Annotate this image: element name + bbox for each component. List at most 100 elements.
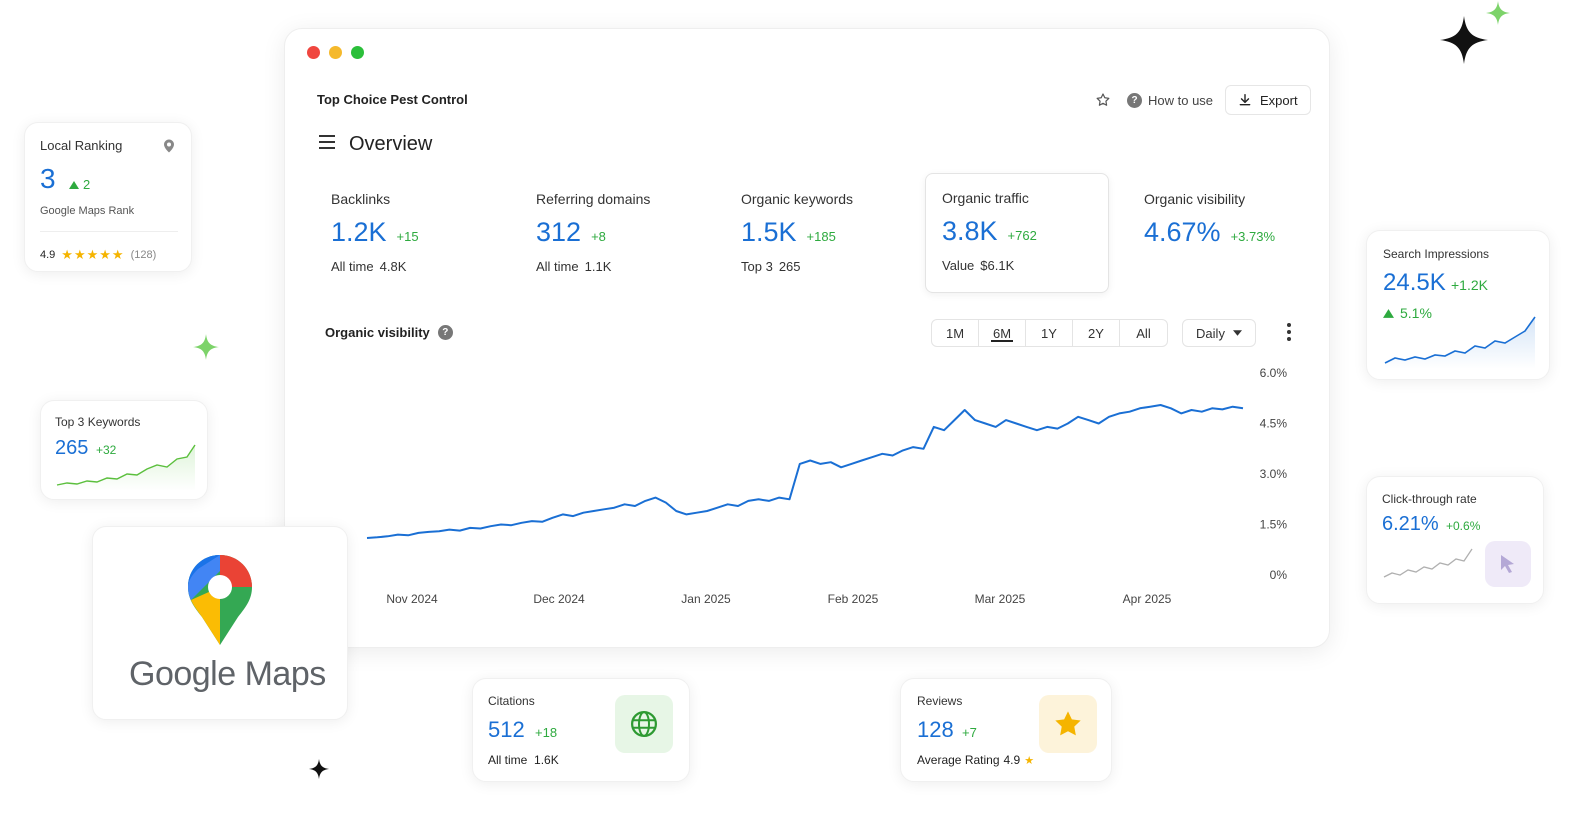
chart-title-label: Organic visibility bbox=[325, 325, 430, 340]
range-all-button[interactable]: All bbox=[1120, 320, 1167, 346]
metric-sub-label: Value bbox=[942, 258, 975, 273]
download-icon bbox=[1239, 94, 1251, 106]
menu-icon[interactable] bbox=[319, 135, 335, 149]
metric-delta: +3.73% bbox=[1230, 229, 1276, 244]
y-tick-label: 6.0% bbox=[1260, 366, 1288, 380]
metric-sub-label: Top 3 bbox=[741, 259, 773, 274]
sparkle-black-large-icon bbox=[1440, 16, 1488, 64]
citations-sub: All time 1.6K bbox=[488, 753, 559, 767]
x-tick-label: Nov 2024 bbox=[386, 592, 438, 606]
ctr-value: 6.21% bbox=[1382, 513, 1439, 535]
metric-organic-keywords[interactable]: Organic keywords 1.5K +185 Top 3 265 bbox=[725, 175, 925, 295]
ctr-sparkline bbox=[1383, 548, 1473, 578]
local-ranking-value: 3 bbox=[40, 163, 56, 194]
reviews-delta: +7 bbox=[962, 725, 977, 740]
y-tick-label: 4.5% bbox=[1260, 417, 1288, 431]
window-close-dot[interactable] bbox=[307, 46, 320, 59]
citations-sub-label: All time bbox=[488, 753, 528, 767]
google-maps-pin-icon bbox=[188, 555, 252, 645]
caret-down-icon bbox=[1232, 330, 1242, 336]
x-tick-label: Dec 2024 bbox=[533, 592, 585, 606]
cursor-icon bbox=[1485, 541, 1531, 587]
series-line bbox=[366, 404, 1244, 539]
how-to-use-button[interactable]: ? How to use bbox=[1127, 85, 1213, 115]
metric-delta: +185 bbox=[806, 229, 836, 244]
top3-sparkline bbox=[56, 444, 196, 491]
y-tick-label: 3.0% bbox=[1260, 467, 1288, 481]
metric-sub-value: 4.8K bbox=[379, 259, 407, 274]
ctr-delta: +0.6% bbox=[1446, 519, 1481, 533]
location-pin-icon bbox=[164, 139, 174, 153]
globe-icon bbox=[615, 695, 673, 753]
rating-row: 4.9 ★★★★★ (128) bbox=[40, 247, 156, 263]
more-options-icon[interactable] bbox=[1286, 323, 1292, 343]
sparkle-green-top-icon bbox=[1486, 1, 1510, 25]
export-button[interactable]: Export bbox=[1225, 85, 1311, 115]
page-title: Overview bbox=[349, 133, 433, 155]
x-tick-label: Mar 2025 bbox=[975, 592, 1026, 606]
window-minimize-dot[interactable] bbox=[329, 46, 342, 59]
export-label: Export bbox=[1260, 92, 1298, 108]
search-impressions-card: Search Impressions 24.5K +1.2K 5.1% bbox=[1366, 230, 1550, 380]
how-to-use-label: How to use bbox=[1148, 92, 1214, 108]
star-outline-icon bbox=[1096, 93, 1110, 106]
metric-delta: +15 bbox=[396, 229, 419, 244]
google-maps-logo-text: Google Maps bbox=[129, 655, 326, 693]
local-ranking-delta: 2 bbox=[69, 177, 90, 192]
google-maps-card: Google Maps bbox=[92, 526, 348, 720]
metric-label: Backlinks bbox=[331, 191, 391, 207]
range-1y-button[interactable]: 1Y bbox=[1026, 320, 1073, 346]
reviews-card: Reviews 128 +7 Average Rating 4.9 ★ bbox=[900, 678, 1112, 782]
local-ranking-sub: Google Maps Rank bbox=[40, 205, 135, 217]
metric-sub-label: All time bbox=[331, 259, 374, 274]
x-tick-label: Jan 2025 bbox=[681, 592, 731, 606]
ctr-card: Click-through rate 6.21% +0.6% bbox=[1366, 476, 1544, 604]
star-small-icon: ★ bbox=[1024, 754, 1036, 767]
metric-referring-domains[interactable]: Referring domains 312 +8 All time 1.1K bbox=[520, 175, 720, 295]
five-stars-icon: ★★★★★ bbox=[61, 247, 125, 262]
range-2y-button[interactable]: 2Y bbox=[1073, 320, 1120, 346]
x-tick-label: Feb 2025 bbox=[828, 592, 879, 606]
metric-organic-traffic[interactable]: Organic traffic 3.8K +762 Value $6.1K bbox=[925, 173, 1109, 293]
metric-sub-value: 265 bbox=[778, 259, 801, 274]
window-maximize-dot[interactable] bbox=[351, 46, 364, 59]
metric-value: 1.2K bbox=[331, 217, 387, 247]
local-ranking-delta-value: 2 bbox=[83, 177, 91, 192]
y-tick-label: 1.5% bbox=[1260, 518, 1288, 532]
search-impressions-delta: +1.2K bbox=[1451, 277, 1488, 293]
favorite-button[interactable] bbox=[1095, 85, 1111, 115]
reviews-sub-label: Average Rating bbox=[917, 753, 1000, 767]
ctr-label: Click-through rate bbox=[1382, 492, 1477, 506]
metric-label: Organic traffic bbox=[942, 190, 1029, 206]
sparkle-green-left-icon bbox=[193, 334, 219, 360]
x-tick-label: Apr 2025 bbox=[1123, 592, 1172, 606]
metric-organic-visibility[interactable]: Organic visibility 4.67% +3.73% bbox=[1128, 175, 1328, 295]
rating-count: (128) bbox=[130, 249, 157, 261]
metric-label: Organic visibility bbox=[1144, 191, 1246, 207]
reviews-value: 128 bbox=[917, 717, 954, 742]
top3-keywords-card: Top 3 Keywords 265 +32 bbox=[40, 400, 208, 500]
reviews-label: Reviews bbox=[917, 694, 963, 708]
metric-delta: +8 bbox=[591, 229, 606, 244]
dashboard-window: Top Choice Pest Control ? How to use Exp… bbox=[284, 28, 1330, 648]
range-1m-button[interactable]: 1M bbox=[932, 320, 979, 346]
local-ranking-card: Local Ranking 3 2 Google Maps Rank 4.9 ★… bbox=[24, 122, 192, 272]
citations-label: Citations bbox=[488, 694, 535, 708]
metric-label: Organic keywords bbox=[741, 191, 854, 207]
metric-value: 1.5K bbox=[741, 217, 797, 247]
metric-sub-value: $6.1K bbox=[980, 258, 1015, 273]
search-impressions-value: 24.5K bbox=[1383, 269, 1446, 296]
y-tick-label: 0% bbox=[1270, 568, 1288, 582]
metric-backlinks[interactable]: Backlinks 1.2K +15 All time 4.8K bbox=[315, 175, 515, 295]
metric-label: Referring domains bbox=[536, 191, 651, 207]
metric-sub-label: All time bbox=[536, 259, 579, 274]
range-6m-button[interactable]: 6M bbox=[979, 320, 1026, 346]
chart-title: Organic visibility ? bbox=[325, 325, 453, 340]
sparkle-black-small-icon bbox=[308, 758, 330, 780]
interval-dropdown[interactable]: Daily bbox=[1182, 319, 1256, 347]
local-ranking-label: Local Ranking bbox=[40, 138, 123, 153]
search-impressions-label: Search Impressions bbox=[1383, 247, 1490, 261]
reviews-sub: Average Rating 4.9 ★ bbox=[917, 753, 1035, 767]
chart-help-icon[interactable]: ? bbox=[437, 325, 453, 340]
metric-value: 312 bbox=[536, 217, 582, 247]
